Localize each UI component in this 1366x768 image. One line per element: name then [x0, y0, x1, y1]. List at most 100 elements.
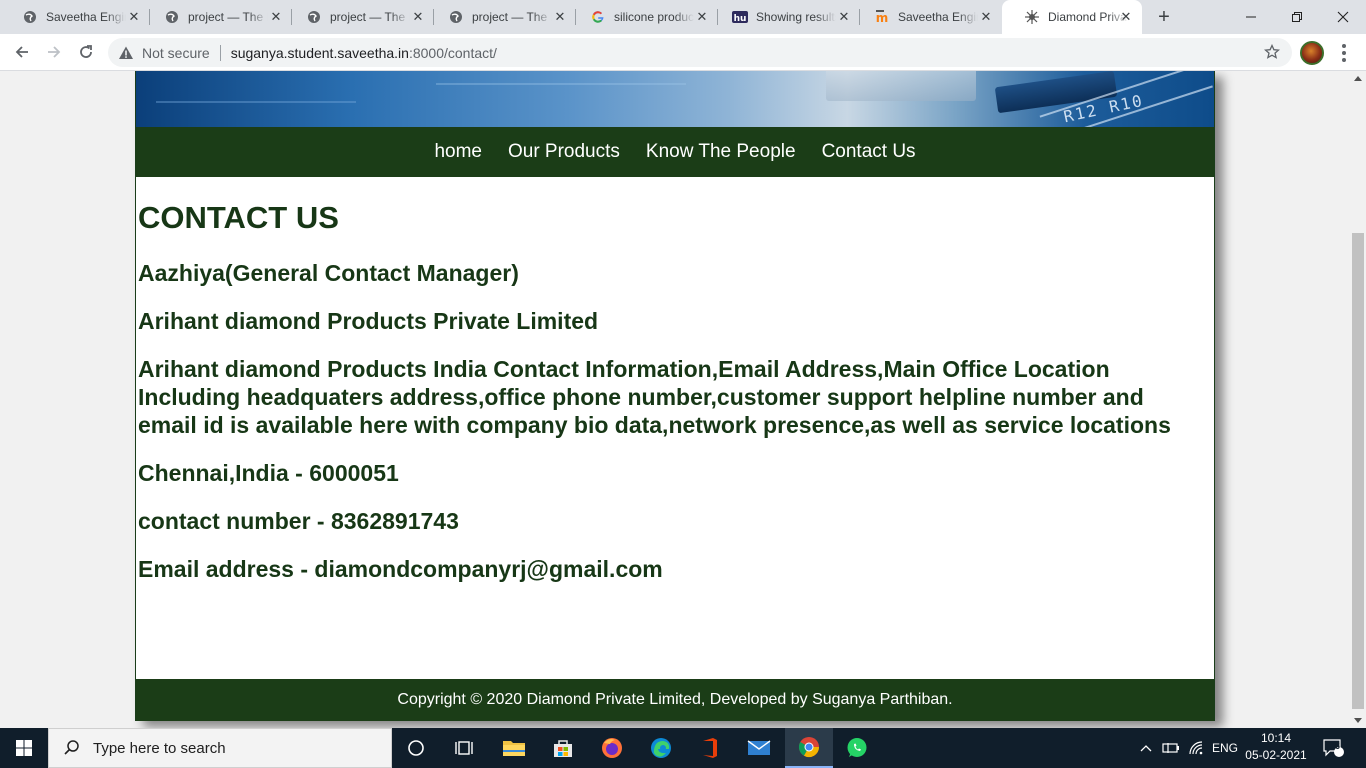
taskbar-search[interactable]: Type here to search [48, 728, 392, 768]
chevron-up-icon [1140, 745, 1152, 752]
firefox-button[interactable] [588, 728, 636, 768]
forward-button[interactable] [40, 38, 68, 66]
windows-logo-icon [16, 740, 32, 756]
start-button[interactable] [0, 728, 48, 768]
contact-manager: Aazhiya(General Contact Manager) [138, 260, 519, 286]
tab-showing-results[interactable]: hu Showing results ✕ [710, 0, 860, 34]
close-icon[interactable]: ✕ [694, 9, 710, 25]
whatsapp-button[interactable] [833, 728, 881, 768]
tab-saveetha-2[interactable]: m Saveetha Engineering College ✕ [852, 0, 1002, 34]
browser-toolbar: Not secure suganya.student.saveetha.in:8… [0, 34, 1366, 71]
notification-count: 6 [1335, 741, 1341, 751]
diamond-icon [1024, 9, 1040, 25]
hu-icon: hu [732, 9, 748, 25]
tab-title: project — The Django project [188, 10, 268, 24]
company-description: Arihant diamond Products India Contact I… [138, 356, 1171, 438]
chrome-icon [798, 737, 820, 758]
banner-chip [826, 71, 976, 101]
nav-contact-us[interactable]: Contact Us [822, 141, 916, 163]
back-button[interactable] [8, 38, 36, 66]
close-icon[interactable]: ✕ [552, 9, 568, 25]
scroll-up-icon[interactable] [1354, 76, 1362, 81]
tab-title: Saveetha Engineering College [898, 10, 978, 24]
moodle-icon: m [874, 9, 890, 25]
main-nav: home Our Products Know The People Contac… [136, 127, 1214, 177]
browser-menu-button[interactable] [1334, 41, 1354, 65]
svg-text:hu: hu [734, 14, 747, 24]
tab-title: Showing results [756, 10, 836, 24]
battery-button[interactable] [1162, 728, 1180, 768]
close-icon [1337, 11, 1349, 23]
network-button[interactable] [1188, 728, 1206, 768]
task-view-icon [455, 741, 473, 755]
company-name: Arihant diamond Products Private Limited [138, 308, 599, 334]
close-icon[interactable]: ✕ [126, 9, 142, 25]
tab-title: project — The Django project [330, 10, 410, 24]
url-path: :8000/contact/ [408, 44, 497, 61]
tab-project-2[interactable]: project — The Django project ✕ [284, 0, 434, 34]
tab-project-1[interactable]: project — The Django project ✕ [142, 0, 292, 34]
scroll-thumb[interactable] [1352, 233, 1364, 709]
cortana-button[interactable] [392, 728, 440, 768]
omnibox-divider [219, 44, 221, 61]
tab-diamond-active[interactable]: Diamond Private Limited ✕ [1002, 0, 1142, 34]
task-view-button[interactable] [440, 728, 488, 768]
page-scrollbar[interactable] [1350, 71, 1366, 728]
restore-button[interactable] [1274, 0, 1320, 34]
taskbar-clock[interactable]: 10:14 05-02-2021 [1244, 730, 1308, 764]
nav-home[interactable]: home [434, 141, 482, 163]
profile-avatar[interactable] [1300, 41, 1324, 65]
folder-icon [503, 741, 525, 756]
close-icon[interactable]: ✕ [836, 9, 852, 25]
google-icon [590, 9, 606, 25]
new-tab-button[interactable]: + [1152, 5, 1176, 29]
office-button[interactable] [686, 728, 734, 768]
close-icon[interactable]: ✕ [268, 9, 284, 25]
search-icon [64, 740, 79, 755]
battery-icon [1162, 743, 1179, 753]
close-window-button[interactable] [1320, 0, 1366, 34]
show-hidden-icons-button[interactable] [1140, 728, 1152, 768]
edge-button[interactable] [637, 728, 685, 768]
bookmark-star-icon[interactable] [1264, 44, 1280, 60]
mail-button[interactable] [735, 728, 783, 768]
close-icon[interactable]: ✕ [1118, 9, 1134, 25]
close-icon[interactable]: ✕ [410, 9, 426, 25]
notifications-button[interactable]: 6 [1322, 728, 1344, 768]
chrome-button[interactable] [785, 728, 833, 768]
nav-our-products[interactable]: Our Products [508, 141, 620, 163]
address-bar[interactable]: Not secure suganya.student.saveetha.in:8… [108, 38, 1292, 67]
page-container: R12 R10 home Our Products Know The Peopl… [135, 71, 1215, 721]
edge-icon [651, 738, 671, 758]
reload-button[interactable] [72, 38, 100, 66]
restore-icon [1292, 12, 1302, 22]
warning-icon[interactable] [118, 45, 134, 61]
language-indicator[interactable]: ENG [1212, 728, 1238, 768]
tab-project-3[interactable]: project — The Django project ✕ [426, 0, 576, 34]
reload-icon [80, 45, 92, 58]
cortana-icon [408, 740, 424, 756]
tab-google[interactable]: silicone products ✕ [568, 0, 718, 34]
url-text[interactable]: suganya.student.saveetha.in:8000/contact… [231, 45, 497, 61]
clock-date: 05-02-2021 [1245, 748, 1307, 762]
globe-icon [22, 9, 38, 25]
header-banner-image: R12 R10 [136, 71, 1214, 127]
office-icon [703, 738, 717, 758]
tab-title: Saveetha Engineering College [46, 10, 126, 24]
close-icon[interactable]: ✕ [978, 9, 994, 25]
menu-dot [1342, 58, 1346, 62]
file-explorer-button[interactable] [490, 728, 538, 768]
store-button[interactable] [539, 728, 587, 768]
tab-strip: Saveetha Engineering College ✕ project —… [0, 0, 1366, 34]
tab-saveetha-1[interactable]: Saveetha Engineering College ✕ [0, 0, 150, 34]
whatsapp-icon [847, 738, 867, 757]
banner-trace [436, 83, 686, 85]
minimize-button[interactable] [1228, 0, 1274, 34]
page-title: CONTACT US [138, 200, 339, 235]
contact-number: contact number - 8362891743 [138, 508, 459, 534]
mail-icon [747, 740, 771, 755]
nav-know-the-people[interactable]: Know The People [646, 141, 796, 163]
company-location: Chennai,India - 6000051 [138, 460, 399, 486]
scroll-down-icon[interactable] [1354, 718, 1362, 723]
security-label[interactable]: Not secure [142, 45, 210, 61]
